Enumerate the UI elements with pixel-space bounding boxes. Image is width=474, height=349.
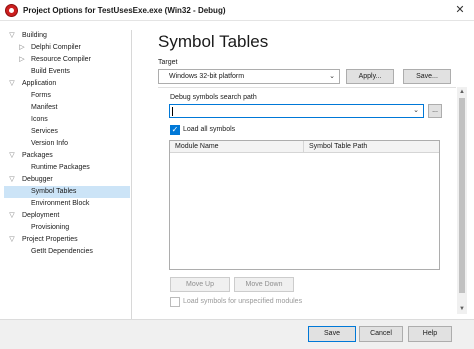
table-header: Module Name Symbol Table Path: [170, 141, 439, 153]
expand-arrow-icon[interactable]: ▽: [8, 210, 16, 222]
load-all-symbols-checkbox[interactable]: ✓: [170, 125, 180, 135]
save-button[interactable]: Save: [308, 326, 356, 342]
text-caret: [172, 107, 173, 116]
tree-item-version-info[interactable]: Version Info: [4, 138, 130, 150]
scroll-down-arrow-icon[interactable]: ▼: [457, 304, 467, 314]
tree-item-label: Provisioning: [31, 224, 70, 231]
tree-item-application[interactable]: ▽ Application: [4, 78, 130, 90]
expand-arrow-icon[interactable]: ▽: [8, 150, 16, 162]
tree-item-debugger[interactable]: ▽ Debugger: [4, 174, 130, 186]
close-button[interactable]: ✕: [452, 3, 468, 18]
tree-item-label: Manifest: [31, 104, 58, 111]
load-unspecified-checkbox[interactable]: [170, 297, 180, 307]
delphi-logo-icon: [5, 4, 18, 17]
load-all-symbols-label[interactable]: Load all symbols: [183, 126, 235, 133]
tree-item-label: Deployment: [22, 212, 60, 219]
tree-item-label: Debugger: [22, 176, 53, 183]
tree-item-packages[interactable]: ▽ Packages: [4, 150, 130, 162]
target-platform-value: Windows 32-bit platform: [169, 73, 245, 80]
scrollbar-thumb[interactable]: [459, 98, 465, 293]
scroll-up-arrow-icon[interactable]: ▲: [457, 87, 467, 97]
page-title: Symbol Tables: [158, 32, 269, 51]
browse-path-button[interactable]: ...: [428, 104, 442, 118]
tree-item-label: GetIt Dependencies: [31, 248, 93, 255]
tree-item-label: Packages: [22, 152, 53, 159]
tree-item-symbol-tables[interactable]: Symbol Tables: [4, 186, 130, 198]
tree-item-project-properties[interactable]: ▽ Project Properties: [4, 234, 130, 246]
move-up-button[interactable]: Move Up: [170, 277, 230, 292]
vertical-scrollbar[interactable]: ▲ ▼: [457, 87, 467, 314]
debug-symbols-path-input[interactable]: ⌄: [169, 104, 424, 118]
chevron-down-icon[interactable]: ⌄: [413, 106, 419, 114]
tree-item-label: Version Info: [31, 140, 68, 147]
symbol-table-list[interactable]: Module Name Symbol Table Path: [169, 140, 440, 270]
target-platform-select[interactable]: Windows 32-bit platform ⌄: [158, 69, 340, 84]
tree-item-resource-compiler[interactable]: ▷ Resource Compiler: [4, 54, 130, 66]
tree-item-environment-block[interactable]: Environment Block: [4, 198, 130, 210]
load-unspecified-label[interactable]: Load symbols for unspecified modules: [183, 298, 302, 305]
collapsed-arrow-icon[interactable]: ▷: [18, 42, 26, 54]
tree-item-label: Forms: [31, 92, 51, 99]
tree-item-label: Symbol Tables: [31, 188, 77, 195]
expand-arrow-icon[interactable]: ▽: [8, 78, 16, 90]
tree-item-label: Resource Compiler: [31, 56, 91, 63]
tree-item-building[interactable]: ▽ Building: [4, 30, 130, 42]
tree-item-label: Building: [22, 32, 47, 39]
tree-item-services[interactable]: Services: [4, 126, 130, 138]
tree-item-label: Delphi Compiler: [31, 44, 81, 51]
options-tree: ▽ Building ▷ Delphi Compiler ▷ Resource Com…: [4, 30, 132, 319]
tree-item-label: Services: [31, 128, 58, 135]
dialog-footer: Save Cancel Help: [0, 319, 474, 349]
move-down-button[interactable]: Move Down: [234, 277, 294, 292]
tree-item-label: Application: [22, 80, 57, 87]
expand-arrow-icon[interactable]: ▽: [8, 174, 16, 186]
tree-item-forms[interactable]: Forms: [4, 90, 130, 102]
tree-item-runtime-packages[interactable]: Runtime Packages: [4, 162, 130, 174]
tree-item-getit-dependencies[interactable]: GetIt Dependencies: [4, 246, 130, 258]
tree-item-label: Runtime Packages: [31, 164, 90, 171]
tree-item-label: Project Properties: [22, 236, 78, 243]
chevron-down-icon: ⌄: [329, 73, 335, 80]
window-title: Project Options for TestUsesExe.exe (Win…: [23, 6, 226, 15]
tree-item-manifest[interactable]: Manifest: [4, 102, 130, 114]
save-target-button[interactable]: Save...: [403, 69, 451, 84]
cancel-button[interactable]: Cancel: [359, 326, 403, 342]
collapsed-arrow-icon[interactable]: ▷: [18, 54, 26, 66]
tree-item-label: Build Events: [31, 68, 70, 75]
tree-item-build-events[interactable]: Build Events: [4, 66, 130, 78]
tree-item-label: Icons: [31, 116, 48, 123]
tree-item-label: Environment Block: [31, 200, 90, 207]
expand-arrow-icon[interactable]: ▽: [8, 234, 16, 246]
column-header-module-name[interactable]: Module Name: [170, 141, 304, 153]
title-bar: Project Options for TestUsesExe.exe (Win…: [0, 0, 474, 21]
tree-item-delphi-compiler[interactable]: ▷ Delphi Compiler: [4, 42, 130, 54]
target-label: Target: [158, 59, 178, 66]
tree-item-icons[interactable]: Icons: [4, 114, 130, 126]
help-button[interactable]: Help: [408, 326, 452, 342]
expand-arrow-icon[interactable]: ▽: [8, 30, 16, 42]
apply-button[interactable]: Apply...: [346, 69, 394, 84]
tree-item-deployment[interactable]: ▽ Deployment: [4, 210, 130, 222]
column-header-symbol-table-path[interactable]: Symbol Table Path: [304, 141, 439, 153]
tree-item-provisioning[interactable]: Provisioning: [4, 222, 130, 234]
debug-symbols-path-label: Debug symbols search path: [170, 94, 257, 101]
